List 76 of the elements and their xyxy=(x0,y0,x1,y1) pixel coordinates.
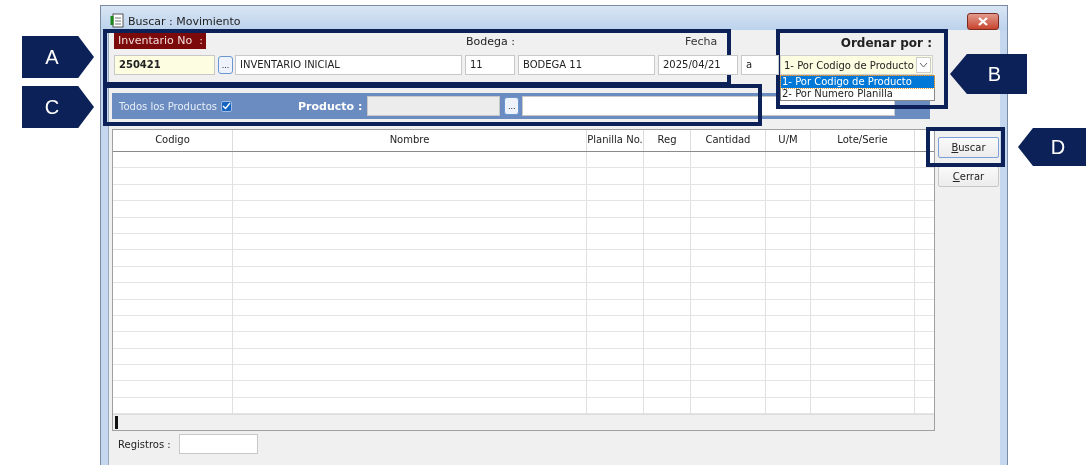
input-field[interactable] xyxy=(367,96,501,116)
table-cell xyxy=(644,184,691,202)
table-cell xyxy=(644,348,691,366)
input-field[interactable] xyxy=(178,434,258,454)
table-cell xyxy=(766,348,811,366)
table-cell xyxy=(587,381,644,398)
table-cell xyxy=(587,168,644,185)
table-cell xyxy=(766,152,811,169)
table-cell xyxy=(587,217,644,234)
table-cell xyxy=(644,250,691,267)
table-cell xyxy=(766,168,811,185)
table-cell xyxy=(587,184,644,202)
field-label: Producto : xyxy=(297,99,363,113)
lookup-button[interactable]: ... xyxy=(218,56,233,74)
table-cell xyxy=(587,315,644,333)
callout-label: A xyxy=(22,36,94,78)
table-cell xyxy=(766,201,811,218)
table-cell xyxy=(766,381,811,398)
table-cell xyxy=(644,152,691,169)
scroll-thumb[interactable] xyxy=(115,416,118,430)
table-cell xyxy=(587,283,644,300)
action-button[interactable]: Buscar xyxy=(938,137,999,158)
table-cell xyxy=(644,365,691,382)
table-cell xyxy=(587,152,644,169)
input-field[interactable]: INVENTARIO INICIAL xyxy=(235,55,462,75)
table-cell xyxy=(766,217,811,234)
table-cell xyxy=(587,266,644,284)
input-field[interactable]: a xyxy=(741,55,779,75)
close-icon xyxy=(978,16,988,26)
column-header[interactable]: Planilla No. xyxy=(587,130,644,151)
table-cell xyxy=(766,315,811,333)
horizontal-scrollbar[interactable] xyxy=(113,414,934,430)
table-cell xyxy=(587,233,644,251)
table-cell xyxy=(587,365,644,382)
dropdown-option[interactable]: 1- Por Codigo de Producto xyxy=(781,76,934,88)
table-cell xyxy=(644,299,691,316)
table-cell xyxy=(766,233,811,251)
window-title: Buscar : Movimiento xyxy=(128,14,241,28)
input-field[interactable]: BODEGA 11 xyxy=(518,55,655,75)
action-button[interactable]: Cerrar xyxy=(938,166,999,187)
table-cell xyxy=(766,184,811,202)
callout-label: D xyxy=(1018,128,1086,166)
input-field[interactable]: 250421 xyxy=(114,55,215,75)
table-cell xyxy=(644,233,691,251)
table-cell xyxy=(587,332,644,349)
table-cell xyxy=(644,381,691,398)
document-icon xyxy=(110,12,124,28)
checkbox-label: Todos los Productos xyxy=(119,100,217,112)
table-cell xyxy=(587,250,644,267)
field-label: Registros : xyxy=(118,438,171,450)
field-label: Fecha xyxy=(684,35,718,48)
table-cell xyxy=(766,283,811,300)
table-cell xyxy=(644,283,691,300)
field-label: Ordenar por : xyxy=(840,36,932,50)
callout-label: C xyxy=(22,86,94,128)
lookup-button[interactable]: ... xyxy=(504,97,520,115)
table-cell xyxy=(766,365,811,382)
table-cell xyxy=(766,299,811,316)
table-cell xyxy=(644,266,691,284)
table-cell xyxy=(644,315,691,333)
table-cell xyxy=(587,299,644,316)
table-cell xyxy=(587,201,644,218)
close-button[interactable] xyxy=(967,12,999,30)
table-cell xyxy=(766,250,811,267)
input-field[interactable]: 2025/04/21 xyxy=(658,55,738,75)
table-cell xyxy=(587,348,644,366)
table-cell xyxy=(644,201,691,218)
table-cell xyxy=(644,332,691,349)
input-field[interactable]: 11 xyxy=(465,55,515,75)
field-label: Bodega : xyxy=(466,35,515,48)
table-cell xyxy=(766,332,811,349)
dropdown-option[interactable]: 2- Por Numero Planilla xyxy=(781,88,934,100)
table-cell xyxy=(766,266,811,284)
checkbox[interactable] xyxy=(220,100,232,112)
table-cell xyxy=(644,168,691,185)
table-cell xyxy=(644,217,691,234)
